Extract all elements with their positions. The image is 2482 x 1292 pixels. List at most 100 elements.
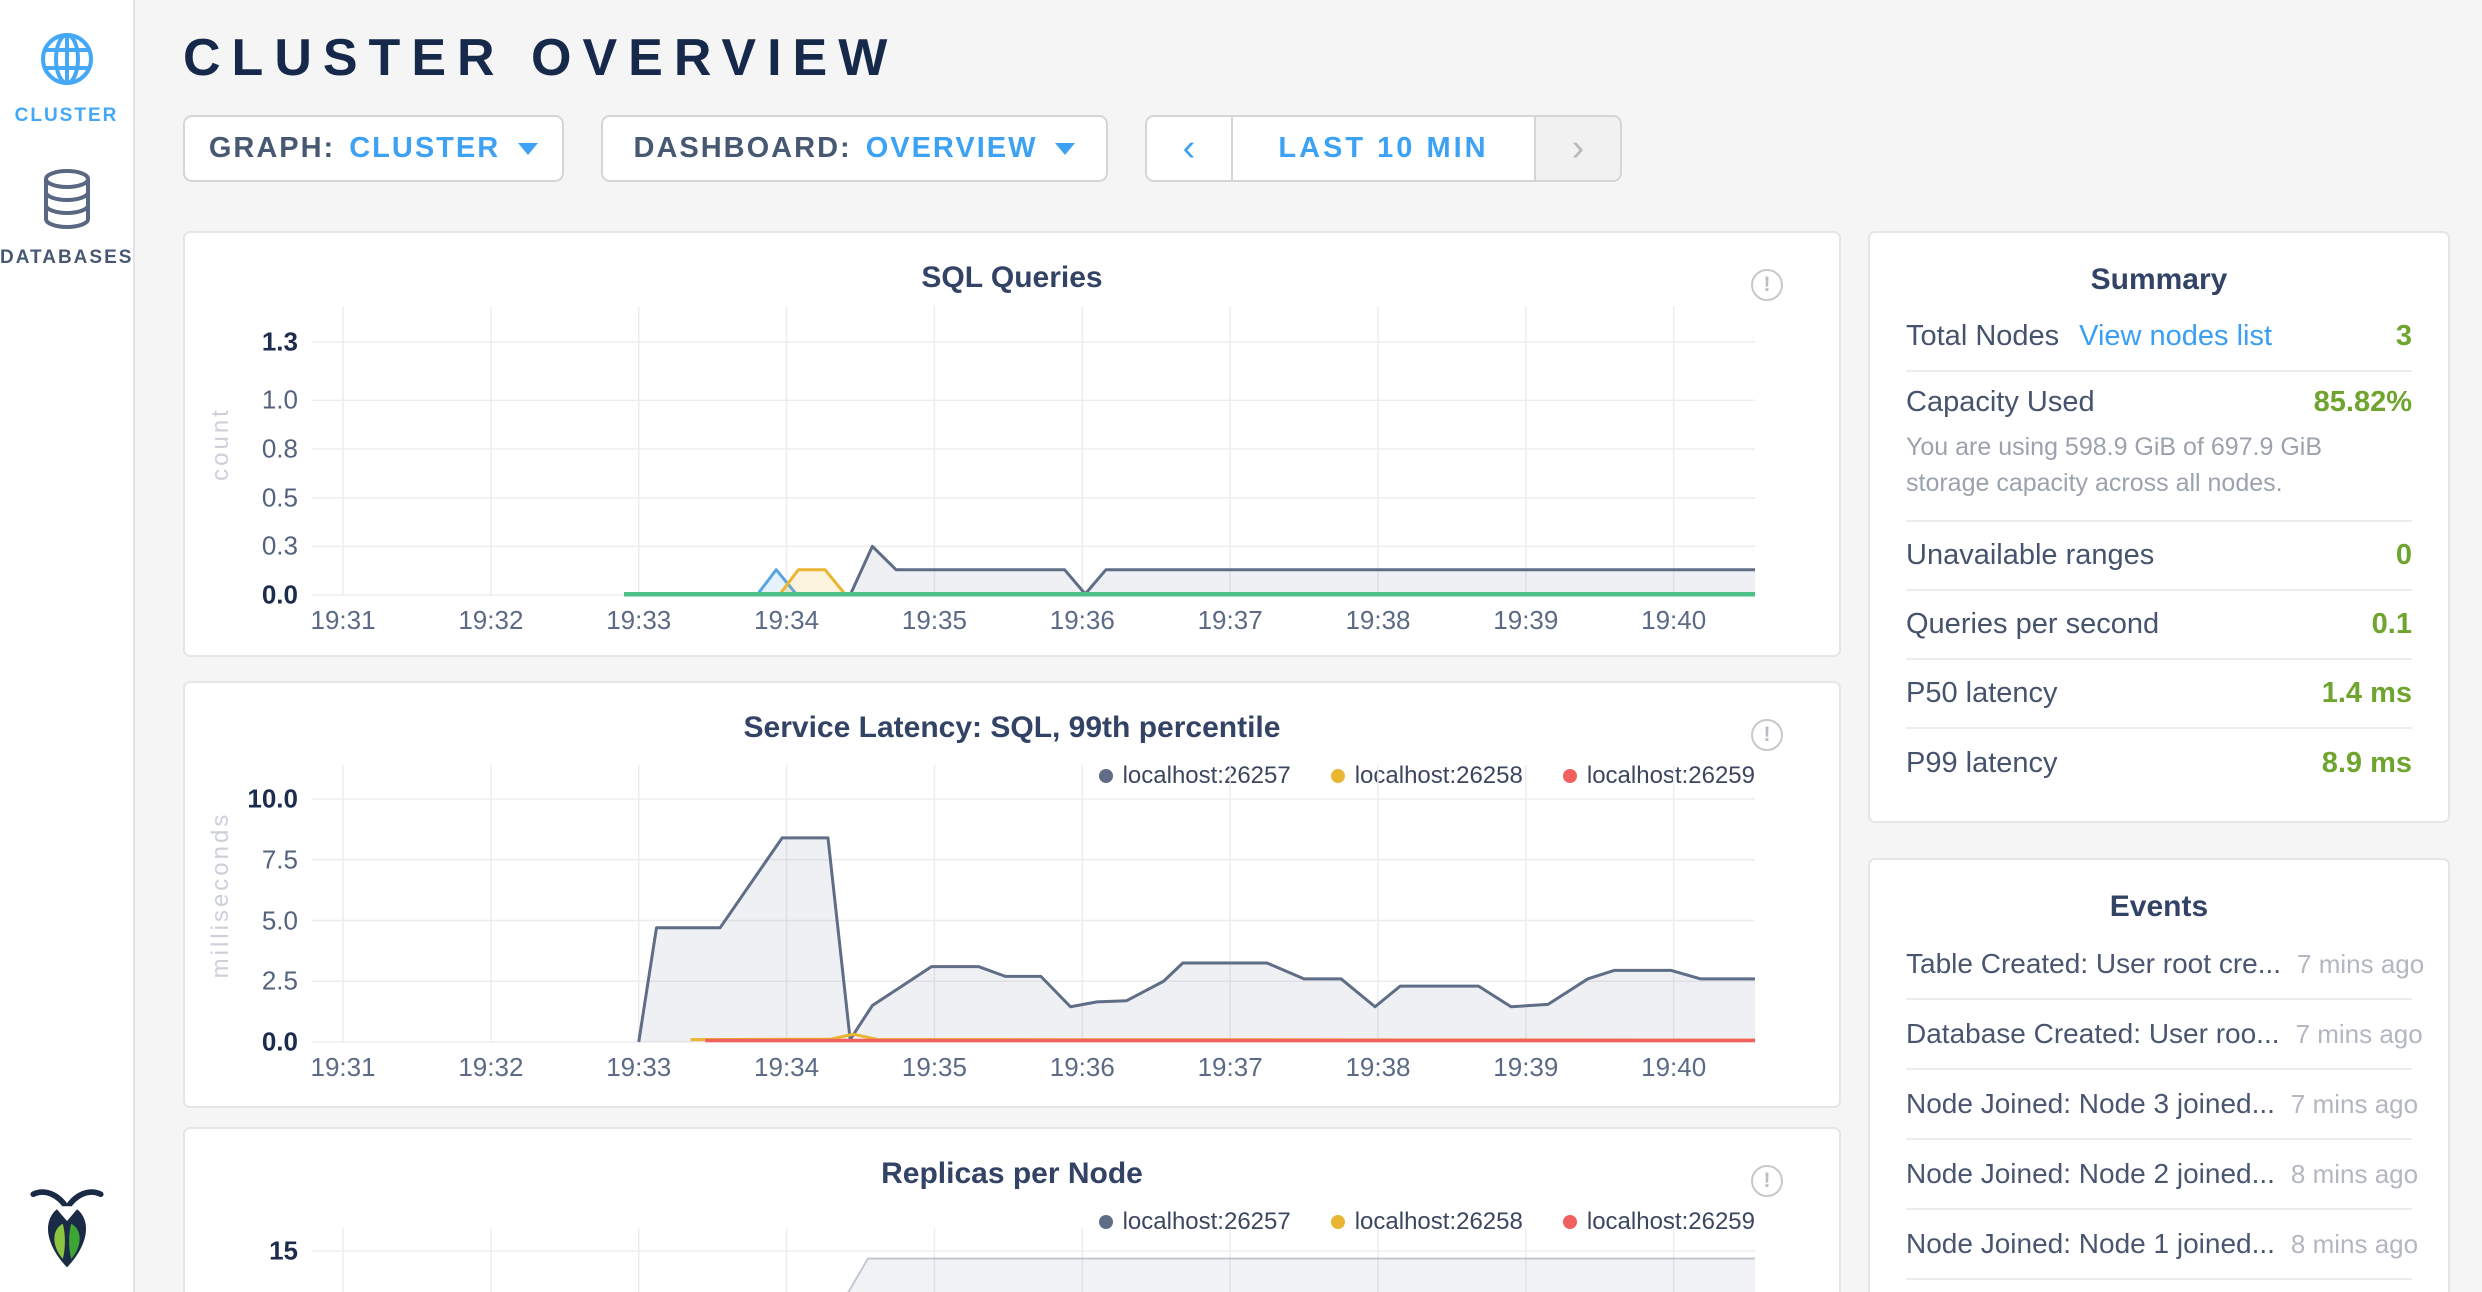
graph-dropdown-label: GRAPH: (209, 132, 335, 165)
event-text: Node Joined: Node 1 joined... (1906, 1228, 2275, 1260)
y-tick-label: 0.3 (262, 531, 298, 562)
replicas-per-node-plot: 1510 19:3119:3219:3319:3419:3519:3619:37… (312, 1251, 1755, 1292)
dashboard-dropdown-label: DASHBOARD: (634, 132, 852, 165)
sidebar-item-label: CLUSTER (0, 105, 133, 127)
legend-dot-icon (1099, 769, 1113, 783)
x-tick-label: 19:31 (311, 605, 376, 636)
globe-icon (0, 30, 133, 93)
sidebar-item-cluster[interactable]: CLUSTER (0, 30, 133, 127)
sidebar-item-databases[interactable]: DATABASES (0, 168, 133, 269)
cluster-overview-page: CLUSTER DATABASES (0, 0, 2482, 1292)
event-time: 7 mins ago (2291, 1089, 2418, 1120)
cockroachdb-logo-icon (24, 1183, 110, 1278)
view-nodes-list-link[interactable]: View nodes list (2079, 320, 2272, 353)
x-tick-label: 19:33 (606, 605, 671, 636)
legend-item[interactable]: localhost:26259 (1563, 1208, 1755, 1236)
event-row[interactable]: Node Joined: Node 3 joined...7 mins ago (1906, 1070, 2412, 1140)
y-tick-label: 1.0 (262, 385, 298, 416)
y-tick-label: 0.5 (262, 482, 298, 513)
chart-title: SQL Queries (185, 261, 1839, 295)
event-time: 8 mins ago (2291, 1159, 2418, 1190)
y-axis-ticks: 1510 (242, 1251, 312, 1292)
sidebar: CLUSTER DATABASES (0, 0, 135, 1292)
summary-label: P50 latency (1906, 677, 2058, 710)
legend-dot-icon (1563, 1215, 1577, 1229)
x-tick-label: 19:37 (1198, 605, 1263, 636)
page-title: CLUSTER OVERVIEW (183, 28, 898, 88)
events-list: Table Created: User root cre...7 mins ag… (1870, 930, 2448, 1280)
x-axis-ticks: 19:3119:3219:3319:3419:3519:3619:3719:38… (312, 595, 1755, 635)
y-axis-unit-label: milliseconds (207, 811, 235, 978)
time-range-value[interactable]: LAST 10 MIN (1233, 117, 1534, 180)
y-tick-label: 10.0 (247, 784, 298, 815)
service-latency-plot: 10.07.55.02.50.0 19:3119:3219:3319:3419:… (312, 799, 1755, 1042)
event-time: 7 mins ago (2297, 949, 2424, 980)
legend-dot-icon (1331, 769, 1345, 783)
summary-row-total-nodes: Total Nodes View nodes list 3 (1906, 303, 2412, 372)
summary-label: P99 latency (1906, 747, 2058, 780)
summary-label: Queries per second (1906, 608, 2159, 641)
x-tick-label: 19:35 (902, 605, 967, 636)
y-tick-label: 2.5 (262, 966, 298, 997)
chart-title: Service Latency: SQL, 99th percentile (185, 711, 1839, 745)
y-tick-label: 1.3 (262, 327, 298, 358)
summary-row-capacity: Capacity Used 85.82% You are using 598.9… (1906, 372, 2412, 522)
summary-body: Total Nodes View nodes list 3 Capacity U… (1870, 303, 2448, 798)
x-tick-label: 19:39 (1493, 1052, 1558, 1083)
x-tick-label: 19:32 (458, 1052, 523, 1083)
graph-dropdown-value: CLUSTER (349, 132, 500, 165)
x-tick-label: 19:36 (1050, 1052, 1115, 1083)
time-range-selector: ‹ LAST 10 MIN › (1145, 115, 1622, 182)
summary-row-p50: P50 latency 1.4 ms (1906, 660, 2412, 729)
x-tick-label: 19:35 (902, 1052, 967, 1083)
event-row[interactable]: Database Created: User roo...7 mins ago (1906, 1000, 2412, 1070)
y-axis-unit-label: count (207, 407, 235, 481)
chart-canvas (312, 342, 1755, 595)
time-prev-button[interactable]: ‹ (1147, 117, 1233, 180)
event-time: 8 mins ago (2291, 1229, 2418, 1260)
chart-canvas (312, 799, 1755, 1042)
x-tick-label: 19:31 (311, 1052, 376, 1083)
legend-item[interactable]: localhost:26259 (1563, 762, 1755, 790)
info-icon[interactable]: ! (1751, 1165, 1783, 1197)
sidebar-item-label: DATABASES (0, 247, 133, 269)
x-tick-label: 19:37 (1198, 1052, 1263, 1083)
legend-item[interactable]: localhost:26257 (1099, 1208, 1291, 1236)
summary-row-qps: Queries per second 0.1 (1906, 591, 2412, 660)
y-tick-label: 7.5 (262, 844, 298, 875)
dashboard-dropdown-value: OVERVIEW (866, 132, 1038, 165)
dashboard-dropdown[interactable]: DASHBOARD: OVERVIEW (601, 115, 1108, 182)
legend-label: localhost:26259 (1587, 762, 1755, 790)
summary-value: 1.4 ms (2322, 677, 2412, 710)
summary-row-unavailable-ranges: Unavailable ranges 0 (1906, 522, 2412, 591)
database-icon (0, 168, 133, 235)
x-tick-label: 19:39 (1493, 605, 1558, 636)
capacity-caption: You are using 598.9 GiB of 697.9 GiB sto… (1906, 429, 2412, 502)
event-text: Node Joined: Node 3 joined... (1906, 1088, 2275, 1120)
summary-panel: Summary Total Nodes View nodes list 3 Ca… (1868, 231, 2450, 823)
x-tick-label: 19:40 (1641, 605, 1706, 636)
summary-value: 85.82% (2314, 386, 2412, 419)
x-tick-label: 19:40 (1641, 1052, 1706, 1083)
event-row[interactable]: Node Joined: Node 2 joined...8 mins ago (1906, 1140, 2412, 1210)
event-row[interactable]: Node Joined: Node 1 joined...8 mins ago (1906, 1210, 2412, 1280)
graph-dropdown[interactable]: GRAPH: CLUSTER (183, 115, 564, 182)
x-tick-label: 19:32 (458, 605, 523, 636)
sql-queries-card: SQL Queries ! count 1.31.00.80.50.30.0 1… (183, 231, 1841, 657)
time-next-button[interactable]: › (1534, 117, 1620, 180)
y-axis-ticks: 10.07.55.02.50.0 (242, 799, 312, 1042)
replicas-per-node-card: Replicas per Node ! localhost:26257local… (183, 1127, 1841, 1292)
legend-item[interactable]: localhost:26258 (1331, 1208, 1523, 1236)
summary-label: Capacity Used (1906, 386, 2095, 419)
info-icon[interactable]: ! (1751, 269, 1783, 301)
x-tick-label: 19:34 (754, 605, 819, 636)
legend-item[interactable]: localhost:26257 (1099, 762, 1291, 790)
event-row[interactable]: Table Created: User root cre...7 mins ag… (1906, 930, 2412, 1000)
legend-item[interactable]: localhost:26258 (1331, 762, 1523, 790)
chart-legend: localhost:26257 localhost:26258 localhost:… (1099, 1205, 1755, 1239)
caret-down-icon (1055, 143, 1075, 155)
events-panel: Events Table Created: User root cre...7 … (1868, 858, 2450, 1292)
info-icon[interactable]: ! (1751, 719, 1783, 751)
caret-down-icon (518, 143, 538, 155)
event-text: Node Joined: Node 2 joined... (1906, 1158, 2275, 1190)
